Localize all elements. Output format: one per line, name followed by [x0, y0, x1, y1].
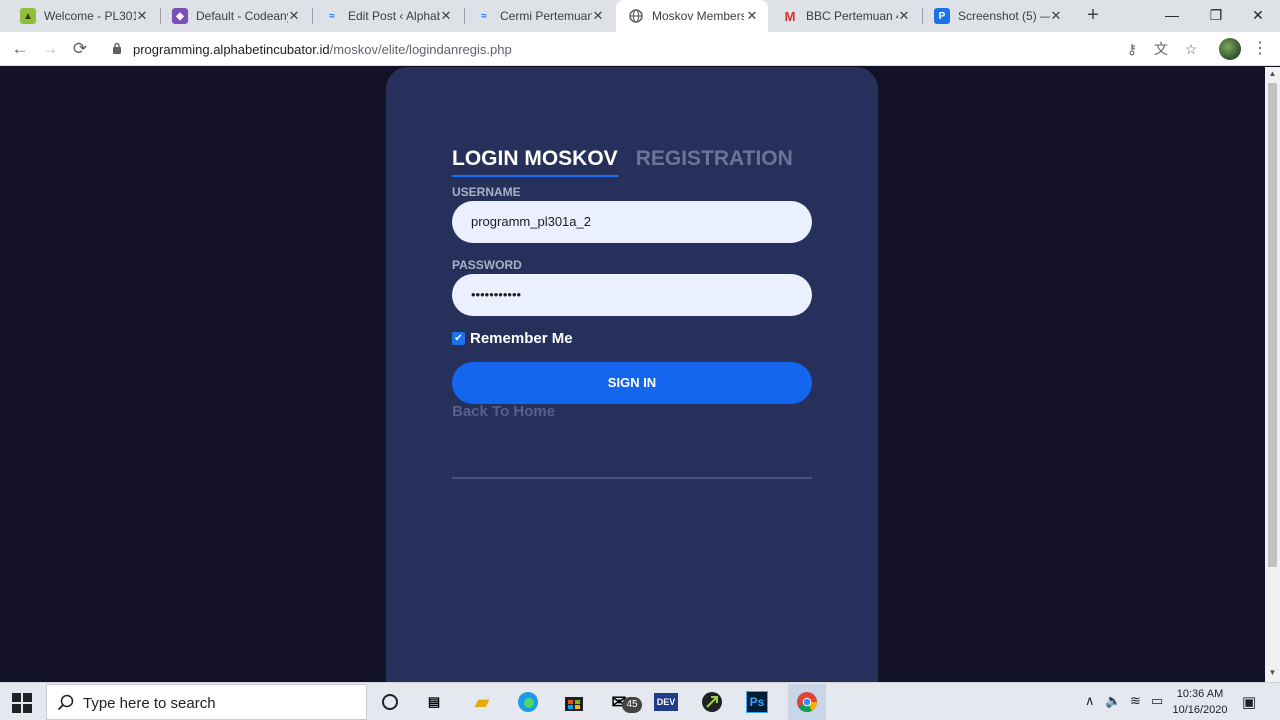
- tab-registration[interactable]: REGISTRATION: [636, 147, 793, 177]
- clock-date: 10/16/2020: [1172, 704, 1228, 716]
- dev-app-icon[interactable]: DEV: [651, 687, 681, 717]
- cube-icon: ◆: [172, 8, 188, 24]
- tab-title: Screenshot (5) — P: [958, 9, 1050, 23]
- windows-start-icon[interactable]: [12, 693, 32, 713]
- new-tab-button[interactable]: +: [1082, 4, 1104, 26]
- chrome-icon[interactable]: [788, 684, 826, 720]
- remember-me-label[interactable]: Remember Me: [470, 330, 573, 347]
- scroll-up-arrow-icon[interactable]: ▲: [1265, 69, 1280, 81]
- back-arrow-icon[interactable]: ←: [9, 38, 31, 60]
- login-card: LOGIN MOSKOV REGISTRATION USERNAME progr…: [386, 67, 878, 682]
- url-host: programming.alphabetincubator.id: [133, 42, 330, 57]
- app-arrow-icon[interactable]: [697, 687, 727, 717]
- tab-bbc[interactable]: M BBC Pertemuan 4 - ✕: [770, 0, 920, 32]
- tab-title: Default - Codeanywhere: [196, 9, 288, 23]
- remember-me-row: ✔ Remember Me: [452, 330, 573, 347]
- tab-moskov-active[interactable]: Moskov Members ✕: [616, 0, 768, 32]
- username-label: USERNAME: [452, 185, 521, 199]
- reload-icon[interactable]: ⟳: [69, 38, 91, 60]
- wave-logo-icon: ≈: [329, 10, 335, 22]
- key-icon[interactable]: ⚷: [1121, 38, 1143, 60]
- globe-icon: [628, 8, 644, 24]
- browser-tabstrip: ▲ Welcome - PL301A ✕ ◆ Default - Codeany…: [0, 0, 1280, 32]
- tab-cermi[interactable]: ≈ Cermi Pertemuan 4 ✕: [464, 0, 614, 32]
- password-label: PASSWORD: [452, 258, 522, 272]
- store-icon[interactable]: [559, 687, 589, 717]
- password-input[interactable]: •••••••••••: [452, 274, 812, 316]
- gmail-icon: M: [784, 8, 796, 24]
- tab-screenshot[interactable]: P Screenshot (5) — P ✕: [922, 0, 1072, 32]
- close-icon[interactable]: ✕: [590, 8, 606, 24]
- mail-badge: 45: [622, 697, 642, 713]
- volume-icon[interactable]: 🔈: [1105, 693, 1121, 709]
- tab-welcome[interactable]: ▲ Welcome - PL301A ✕: [8, 0, 158, 32]
- wifi-icon[interactable]: ≋: [1130, 693, 1141, 709]
- wave-logo-icon: ≈: [481, 10, 487, 22]
- tab-codeanywhere[interactable]: ◆ Default - Codeanywhere ✕: [160, 0, 310, 32]
- close-icon[interactable]: ✕: [896, 8, 912, 24]
- tab-title: Edit Post ‹ Alphabet: [348, 9, 440, 23]
- close-icon[interactable]: ✕: [286, 8, 302, 24]
- scroll-down-arrow-icon[interactable]: ▼: [1265, 668, 1280, 680]
- lock-icon: [113, 42, 121, 54]
- tab-title: Welcome - PL301A: [44, 9, 136, 23]
- menu-dots-icon[interactable]: ⋮: [1252, 38, 1268, 60]
- address-bar[interactable]: programming.alphabetincubator.id/moskov/…: [102, 35, 1212, 63]
- file-explorer-icon[interactable]: ▰: [467, 687, 497, 717]
- browser-toolbar: ← → ⟳ programming.alphabetincubator.id/m…: [0, 32, 1280, 66]
- system-clock[interactable]: 10:36 AM 10/16/2020: [1168, 686, 1232, 718]
- back-to-home-link[interactable]: Back To Home: [452, 403, 555, 420]
- search-icon: [57, 694, 74, 711]
- translate-icon[interactable]: 文: [1150, 38, 1172, 60]
- username-input[interactable]: programm_pl301a_2: [452, 201, 812, 243]
- photoshop-icon[interactable]: Ps: [742, 687, 772, 717]
- notification-icon[interactable]: ▣: [1242, 693, 1256, 711]
- url-path: /moskov/elite/logindanregis.php: [329, 42, 512, 57]
- clock-time: 10:36 AM: [1176, 688, 1224, 700]
- tab-edit-post[interactable]: ≈ Edit Post ‹ Alphabet ✕: [312, 0, 462, 32]
- page-viewport: LOGIN MOSKOV REGISTRATION USERNAME progr…: [0, 67, 1265, 682]
- close-icon[interactable]: ✕: [1048, 8, 1064, 24]
- battery-icon[interactable]: ▭: [1151, 693, 1163, 709]
- vertical-scrollbar[interactable]: ▲ ▼: [1265, 67, 1280, 682]
- profile-avatar[interactable]: [1219, 38, 1241, 60]
- chevron-up-icon[interactable]: ∧: [1085, 693, 1095, 709]
- minimize-button[interactable]: —: [1150, 0, 1194, 32]
- tab-title: Cermi Pertemuan 4: [500, 9, 592, 23]
- scroll-thumb[interactable]: [1268, 83, 1277, 567]
- tab-login[interactable]: LOGIN MOSKOV: [452, 147, 618, 177]
- tab-title: Moskov Members: [652, 9, 744, 23]
- star-icon[interactable]: ☆: [1180, 38, 1202, 60]
- brand-logo-icon: ▲: [20, 8, 36, 24]
- close-icon[interactable]: ✕: [438, 8, 454, 24]
- tab-title: BBC Pertemuan 4 -: [806, 9, 898, 23]
- cortana-icon[interactable]: [375, 687, 405, 717]
- close-icon[interactable]: ✕: [134, 8, 150, 24]
- close-window-button[interactable]: ✕: [1236, 0, 1280, 32]
- restore-button[interactable]: ❐: [1194, 0, 1238, 32]
- taskbar-search-box[interactable]: Type here to search: [46, 684, 367, 720]
- forward-arrow-icon[interactable]: →: [39, 38, 61, 60]
- remember-me-checkbox[interactable]: ✔: [452, 332, 465, 345]
- close-icon[interactable]: ✕: [744, 8, 760, 24]
- sign-in-button[interactable]: SIGN IN: [452, 362, 812, 404]
- url-text: programming.alphabetincubator.id/moskov/…: [133, 42, 512, 57]
- screenshot-icon: P: [934, 8, 950, 24]
- task-view-icon[interactable]: ▤: [419, 687, 449, 717]
- edge-icon[interactable]: [513, 687, 543, 717]
- search-placeholder: Type here to search: [83, 695, 216, 712]
- auth-tabs: LOGIN MOSKOV REGISTRATION: [452, 147, 793, 177]
- divider: [452, 477, 812, 479]
